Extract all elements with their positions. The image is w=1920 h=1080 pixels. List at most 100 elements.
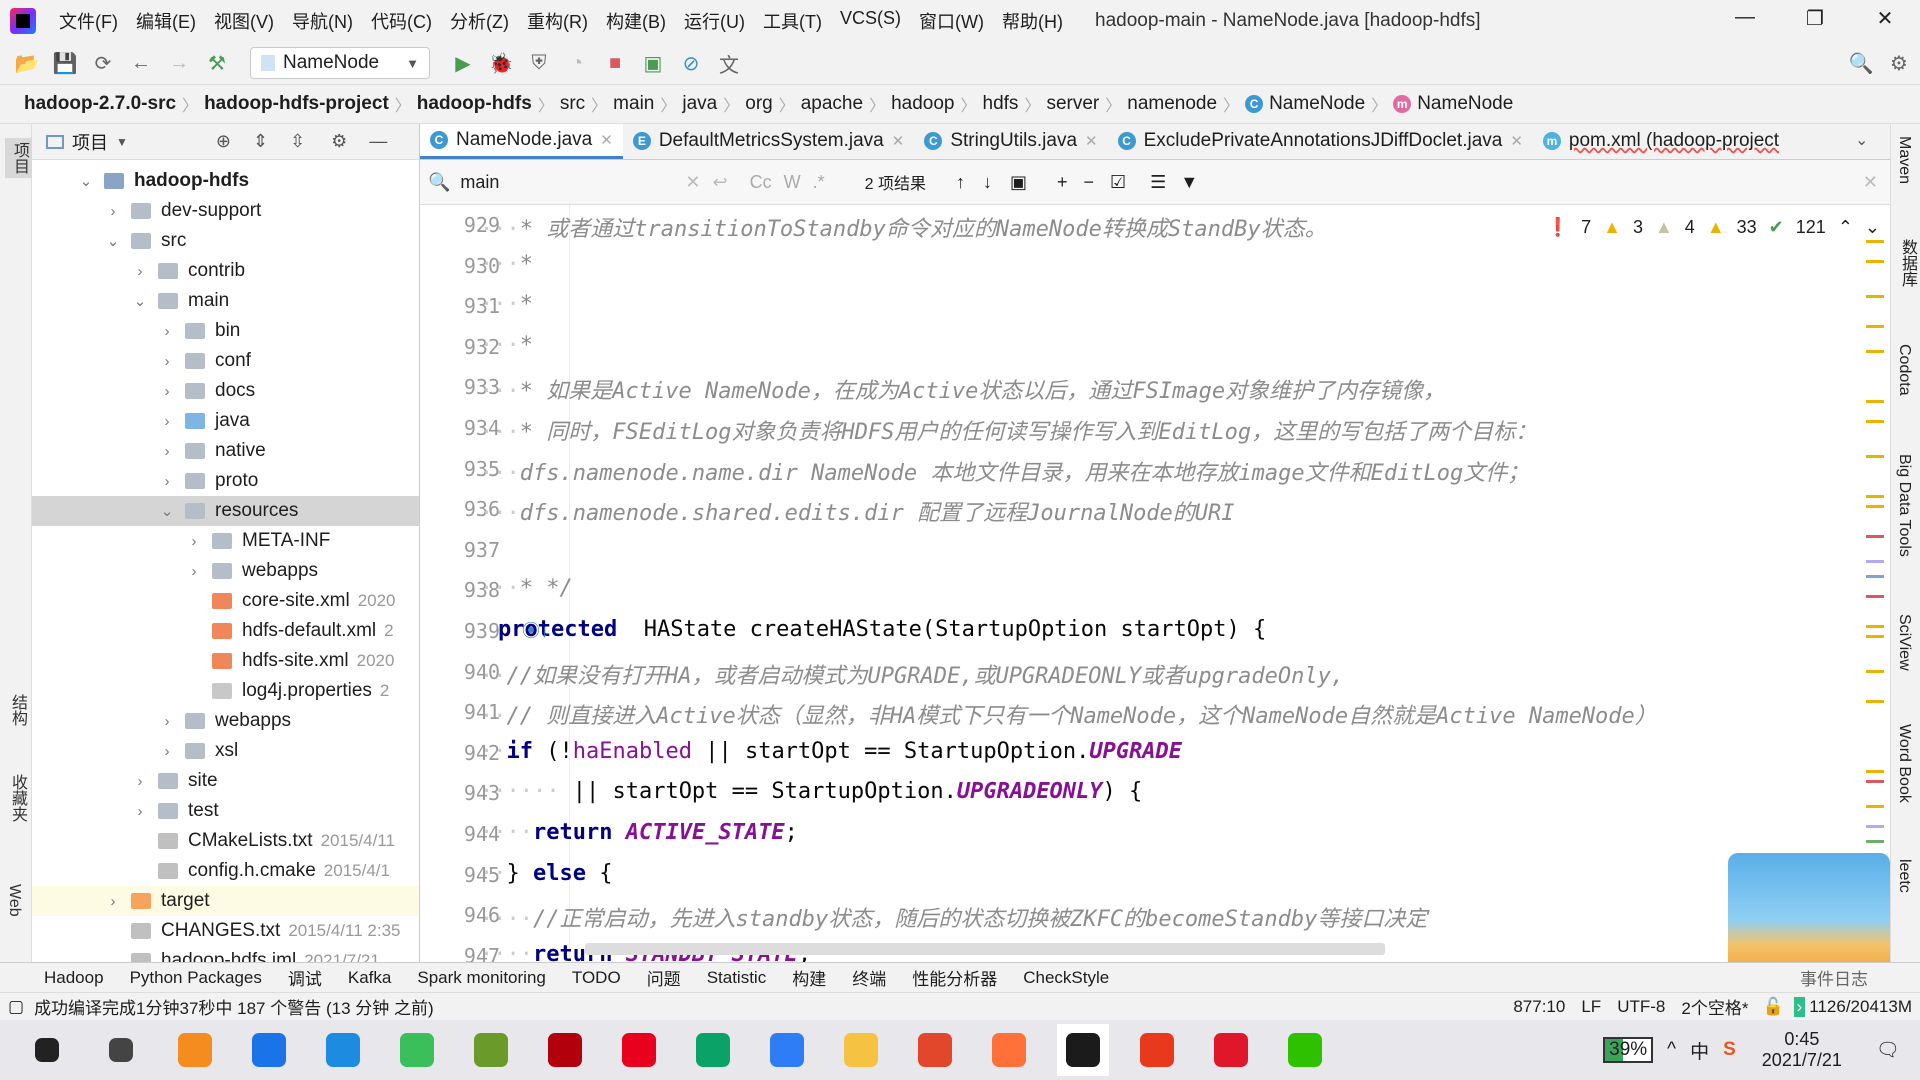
firefox-icon[interactable] <box>983 1024 1035 1076</box>
history-icon[interactable]: ↩ <box>713 172 728 193</box>
breadcrumb-item[interactable]: java <box>676 93 723 115</box>
stripe-marker[interactable] <box>1866 595 1884 598</box>
filezilla-icon[interactable] <box>539 1024 591 1076</box>
close-tab-icon[interactable]: ✕ <box>892 132 905 150</box>
menu-item[interactable]: 运行(U) <box>675 8 754 34</box>
profile-icon[interactable]: ◔ <box>562 48 592 78</box>
show-hidden-icons-chevron[interactable]: ^ <box>1667 1039 1676 1061</box>
translate-icon[interactable]: 文 <box>714 48 744 78</box>
minimize-button[interactable]: — <box>1725 6 1765 36</box>
stripe-marker[interactable] <box>1866 295 1884 298</box>
tree-item-java[interactable]: › java <box>32 406 419 436</box>
tree-item-contrib[interactable]: › contrib <box>32 256 419 286</box>
chevron-right-icon[interactable]: › <box>186 533 202 550</box>
red-swirl-icon[interactable] <box>909 1024 961 1076</box>
run-icon[interactable]: ▶ <box>448 48 478 78</box>
clear-search-icon[interactable]: ✕ <box>685 172 700 193</box>
notifications-icon[interactable]: 🗨 <box>1876 1038 1900 1062</box>
close-tab-icon[interactable]: ✕ <box>1510 132 1523 150</box>
tab-namenode-java[interactable]: C NameNode.java ✕ <box>420 124 623 159</box>
close-tab-icon[interactable]: ✕ <box>1085 132 1098 150</box>
tree-item-site[interactable]: › site <box>32 766 419 796</box>
tab-excludeprivateannotationsjdiffdoclet-java[interactable]: C ExcludePrivateAnnotationsJDiffDoclet.ja… <box>1108 124 1533 159</box>
bottom-tool-11[interactable]: CheckStyle <box>1023 968 1109 988</box>
sublime-text-icon[interactable] <box>169 1024 221 1076</box>
bottom-tool-3[interactable]: Kafka <box>348 968 391 988</box>
breadcrumb-item[interactable]: src <box>554 93 591 115</box>
chevron-down-icon[interactable]: ⌄ <box>105 232 121 250</box>
inspection-widget[interactable]: ❗ 7 ▲ 3 ▲ 4 ▲ 33 ✔ 121 ⌃ ⌄ <box>1547 217 1880 238</box>
chevron-right-icon[interactable]: › <box>159 353 175 370</box>
stripe-marker[interactable] <box>1866 670 1884 673</box>
stop-icon[interactable]: ■ <box>600 48 630 78</box>
indent-setting[interactable]: 2个空格* <box>1681 994 1748 1019</box>
breadcrumb-item[interactable]: hadoop-2.7.0-src <box>18 93 182 115</box>
menu-item[interactable]: 文件(F) <box>50 8 127 34</box>
bottom-tool-0[interactable]: Hadoop <box>44 968 104 988</box>
chevron-right-icon[interactable]: › <box>159 413 175 430</box>
project-view-select[interactable]: 项目 <box>72 129 108 155</box>
youdao-icon[interactable] <box>613 1024 665 1076</box>
next-highlight-icon[interactable]: ⌄ <box>1865 217 1880 238</box>
tree-item-changes-txt[interactable]: CHANGES.txt 2015/4/11 2:35 <box>32 916 419 946</box>
tree-item-bin[interactable]: › bin <box>32 316 419 346</box>
tree-item-core-site-xml[interactable]: core-site.xml 2020 <box>32 586 419 616</box>
codota-icon[interactable]: › <box>1793 996 1806 1017</box>
settings-gear-icon[interactable]: ⚙ <box>1884 48 1914 78</box>
coverage-icon[interactable]: ⛨ <box>524 48 554 78</box>
wps-writer-icon[interactable] <box>761 1024 813 1076</box>
bottom-tool-1[interactable]: Python Packages <box>130 968 262 988</box>
right-tool-word-book[interactable]: Word Book <box>1895 724 1913 803</box>
chevron-right-icon[interactable]: › <box>159 383 175 400</box>
bottom-tool-2[interactable]: 调试 <box>288 965 322 990</box>
sogou-icon[interactable]: S <box>1723 1039 1736 1061</box>
remove-selection-icon[interactable]: − <box>1084 172 1095 193</box>
menu-item[interactable]: 构建(B) <box>597 8 675 34</box>
status-message[interactable]: 成功编译完成1分钟37秒中 187 个警告 (13 分钟 之前) <box>34 994 434 1019</box>
breadcrumb-item[interactable]: main <box>607 93 660 115</box>
stripe-marker[interactable] <box>1866 260 1884 263</box>
stripe-marker[interactable] <box>1866 575 1884 578</box>
breadcrumb-item[interactable]: server <box>1040 93 1105 115</box>
maps-icon[interactable] <box>243 1024 295 1076</box>
lock-icon[interactable]: 🔓 <box>1762 997 1783 1017</box>
bottom-tool-7[interactable]: Statistic <box>707 968 767 988</box>
right-tool-sciview[interactable]: SciView <box>1895 614 1913 671</box>
stripe-marker[interactable] <box>1866 700 1884 703</box>
right-tool-maven[interactable]: Maven <box>1895 136 1913 184</box>
search-icon[interactable] <box>95 1024 147 1076</box>
web-tool-tab[interactable]: Web <box>5 884 23 917</box>
maximize-button[interactable]: ❐ <box>1795 6 1835 36</box>
right-tool-leetc[interactable]: leetc <box>1895 859 1913 893</box>
locate-icon[interactable]: ⊕ <box>216 131 231 152</box>
stripe-marker[interactable] <box>1866 805 1884 808</box>
chevron-right-icon[interactable]: › <box>186 563 202 580</box>
error-stripe[interactable] <box>1862 240 1886 860</box>
tree-item-webapps[interactable]: › webapps <box>32 556 419 586</box>
tree-item-proto[interactable]: › proto <box>32 466 419 496</box>
open-folder-icon[interactable]: 📂 <box>12 48 42 78</box>
tree-item-target[interactable]: › target <box>32 886 419 916</box>
add-selection-icon[interactable]: + <box>1057 172 1068 193</box>
tree-item-test[interactable]: › test <box>32 796 419 826</box>
stripe-marker[interactable] <box>1866 400 1884 403</box>
chevron-right-icon[interactable]: › <box>159 743 175 760</box>
filter-icon[interactable]: ▼ <box>1180 172 1198 193</box>
bottom-tool-8[interactable]: 构建 <box>792 965 826 990</box>
chevron-down-icon[interactable]: ⌄ <box>159 502 175 520</box>
chevron-right-icon[interactable]: › <box>159 473 175 490</box>
monitor-icon[interactable]: ▣ <box>638 48 668 78</box>
chevron-down-icon[interactable]: ▼ <box>116 135 128 149</box>
stripe-marker[interactable] <box>1866 325 1884 328</box>
stripe-marker[interactable] <box>1866 840 1884 843</box>
tree-item-hdfs-site-xml[interactable]: hdfs-site.xml 2020 <box>32 646 419 676</box>
bottom-tool-6[interactable]: 问题 <box>647 965 681 990</box>
breadcrumb-item[interactable]: hadoop <box>885 93 960 115</box>
tree-item-hadoop-hdfs[interactable]: ⌄ hadoop-hdfs <box>32 166 419 196</box>
select-all-icon[interactable]: ☑ <box>1110 172 1126 193</box>
battery-indicator[interactable]: 39% <box>1603 1037 1654 1063</box>
code-editor[interactable]: 929 930 931 932 933 934 935 936 937 938 939 940 941 9… <box>420 205 1890 962</box>
save-icon[interactable]: 💾 <box>50 48 80 78</box>
tree-item-conf[interactable]: › conf <box>32 346 419 376</box>
menu-item[interactable]: 代码(C) <box>362 8 441 34</box>
